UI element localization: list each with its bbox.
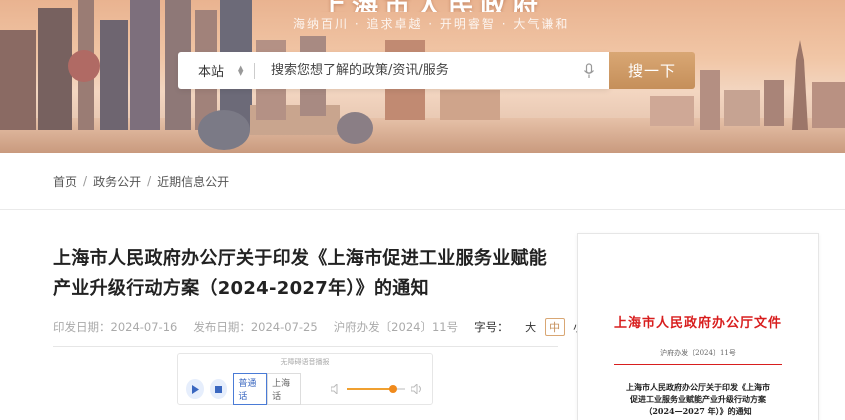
font-size-large[interactable]: 大	[521, 318, 541, 336]
audio-player: 无障碍语音播报 普通话 上海话	[177, 353, 433, 405]
article: 上海市人民政府办公厅关于印发《上海市促进工业服务业赋能产业升级行动方案（2024…	[53, 244, 584, 347]
player-caption: 无障碍语音播报	[280, 358, 330, 366]
font-size-medium[interactable]: 中	[544, 318, 565, 336]
print-date: 印发日期：2024-07-16	[53, 320, 178, 334]
updown-arrows-icon: ▲ ▼	[238, 63, 244, 77]
breadcrumb-recent-info[interactable]: 近期信息公开	[157, 173, 229, 190]
breadcrumb-gov-affairs[interactable]: 政务公开	[93, 173, 141, 190]
search-scope-label: 本站	[198, 65, 225, 80]
search-scope-select[interactable]: 本站 ▲ ▼	[178, 52, 254, 89]
player-controls: 普通话 上海话	[178, 367, 432, 405]
article-title: 上海市人民政府办公厅关于印发《上海市促进工业服务业赋能产业升级行动方案（2024…	[53, 248, 548, 299]
search-input[interactable]	[255, 52, 569, 89]
breadcrumb-separator: /	[83, 174, 88, 188]
article-meta: 印发日期：2024-07-16 发布日期：2024-07-25 沪府办发〔202…	[53, 318, 584, 336]
stop-icon	[214, 385, 222, 393]
document-title-line: 上海市人民政府办公厅关于印发《上海市	[626, 382, 770, 392]
volume-high-icon[interactable]	[411, 384, 424, 394]
volume-slider[interactable]	[347, 385, 405, 393]
document-title-line: （2024—2027 年）》的通知	[644, 406, 752, 416]
font-size-label: 字号：	[474, 320, 509, 334]
document-preview[interactable]: 上海市人民政府办公厅文件 沪府办发〔2024〕11号 上海市人民政府办公厅关于印…	[577, 233, 819, 420]
play-button[interactable]	[186, 379, 204, 399]
document-number: 沪府办发〔2024〕11号	[333, 320, 459, 334]
volume-low-icon[interactable]	[331, 384, 341, 394]
font-size-switcher: 字号： 大 中 小	[474, 318, 589, 336]
document-title-line: 促进工业服务业赋能产业升级行动方案	[630, 394, 766, 404]
document-number-small: 沪府办发〔2024〕11号	[660, 349, 736, 357]
play-icon	[191, 384, 199, 394]
meta-divider	[53, 346, 558, 347]
document-title: 上海市人民政府办公厅关于印发《上海市 促进工业服务业赋能产业升级行动方案 （20…	[578, 381, 818, 417]
language-mandarin[interactable]: 普通话	[233, 373, 268, 405]
microphone-icon[interactable]	[569, 62, 609, 79]
stop-button[interactable]	[209, 379, 228, 399]
search-bar: 本站 ▲ ▼	[178, 52, 609, 89]
site-title: 上海市人民政府	[320, 0, 580, 12]
volume-slider-handle[interactable]	[389, 385, 397, 393]
language-shanghainese[interactable]: 上海话	[267, 373, 301, 405]
publish-date: 发布日期：2024-07-25	[193, 320, 318, 334]
site-slogan: 海纳百川 · 追求卓越 · 开明睿智 · 大气谦和	[293, 17, 570, 31]
breadcrumb-home[interactable]: 首页	[53, 173, 77, 190]
document-red-line	[614, 364, 782, 365]
search-button[interactable]: 搜一下	[609, 52, 695, 89]
volume-control	[331, 384, 424, 394]
breadcrumb-separator: /	[147, 174, 152, 188]
document-header: 上海市人民政府办公厅文件	[613, 316, 782, 331]
breadcrumb: 首页 / 政务公开 / 近期信息公开	[0, 153, 845, 210]
